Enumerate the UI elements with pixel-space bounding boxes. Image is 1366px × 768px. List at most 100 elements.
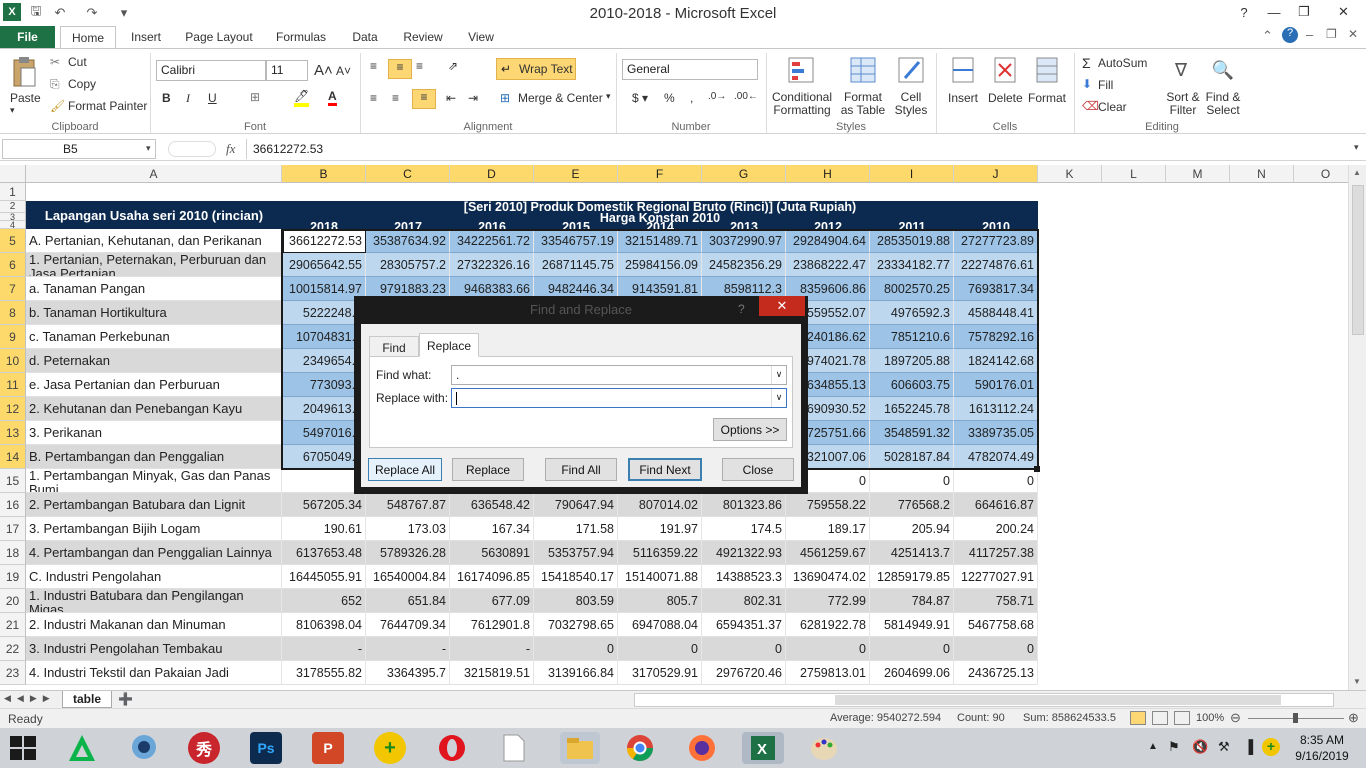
row-label[interactable]: 2. Kehutanan dan Penebangan Kayu (26, 397, 282, 421)
data-cell[interactable]: 6281922.78 (786, 613, 870, 637)
row-header[interactable]: 6 (0, 253, 26, 277)
data-cell[interactable]: 802.31 (702, 589, 786, 613)
data-cell[interactable]: 189.17 (786, 517, 870, 541)
tab-formulas[interactable]: Formulas (268, 26, 334, 48)
data-cell[interactable]: 27277723.89 (954, 229, 1038, 253)
vertical-scrollbar[interactable]: ▲ ▼ (1348, 165, 1366, 690)
font-size-combo[interactable]: 11 (266, 60, 308, 81)
column-header-h[interactable]: H (786, 165, 870, 183)
fill-color-icon[interactable]: 🖊 (294, 89, 310, 107)
data-cell[interactable]: 16445055.91 (282, 565, 366, 589)
scroll-up-icon[interactable]: ▲ (1353, 168, 1361, 177)
column-header-j[interactable]: J (954, 165, 1038, 183)
tray-app-icon[interactable]: + (1262, 738, 1280, 756)
data-cell[interactable]: 23334182.77 (870, 253, 954, 277)
excel-taskbar-icon[interactable]: X (742, 732, 784, 764)
find-what-input[interactable]: . (451, 365, 787, 385)
data-cell[interactable]: 636548.42 (450, 493, 534, 517)
data-cell[interactable]: 807014.02 (618, 493, 702, 517)
row-label[interactable]: 4. Industri Tekstil dan Pakaian Jadi (26, 661, 282, 685)
data-cell[interactable]: 5353757.94 (534, 541, 618, 565)
tab-view[interactable]: View (458, 26, 504, 48)
orientation-icon[interactable]: ⇗ (448, 59, 458, 73)
column-header-f[interactable]: F (618, 165, 702, 183)
horizontal-scrollbar[interactable] (634, 693, 1334, 707)
data-cell[interactable]: 30372990.97 (702, 229, 786, 253)
header-label-cell[interactable]: Lapangan Usaha seri 2010 (rincian) (26, 201, 282, 229)
data-cell[interactable]: 1613112.24 (954, 397, 1038, 421)
formula-bar-handle[interactable] (168, 141, 216, 157)
data-cell[interactable]: 0 (702, 637, 786, 661)
row-label[interactable]: 3. Pertambangan Bijih Logam (26, 517, 282, 541)
data-cell[interactable]: 772.99 (786, 589, 870, 613)
formula-input[interactable]: 36612272.53 (246, 139, 1350, 159)
powerpoint-icon[interactable]: P (312, 732, 344, 764)
data-cell[interactable]: 2759813.01 (786, 661, 870, 685)
data-cell[interactable]: 567205.34 (282, 493, 366, 517)
row-header[interactable]: 20 (0, 589, 26, 613)
scroll-down-icon[interactable]: ▼ (1353, 677, 1361, 686)
row-header[interactable]: 16 (0, 493, 26, 517)
data-cell[interactable]: 4588448.41 (954, 301, 1038, 325)
data-cell[interactable]: 759558.22 (786, 493, 870, 517)
doc-restore-icon[interactable]: ❐ (1326, 27, 1337, 41)
data-cell[interactable]: 0 (954, 637, 1038, 661)
row-header[interactable]: 9 (0, 325, 26, 349)
data-cell[interactable]: 7612901.8 (450, 613, 534, 637)
data-cell[interactable]: 3178555.82 (282, 661, 366, 685)
column-header-g[interactable]: G (702, 165, 786, 183)
column-header-n[interactable]: N (1230, 165, 1294, 183)
data-cell[interactable]: 36612272.53 (282, 229, 366, 253)
fill-button[interactable]: Fill (1098, 78, 1113, 92)
clock-time[interactable]: 8:35 AM (1290, 733, 1354, 747)
align-top-icon[interactable]: ≡ (370, 59, 377, 73)
increase-decimal-icon[interactable]: .0→ (708, 91, 726, 102)
data-cell[interactable]: 6594351.37 (702, 613, 786, 637)
data-cell[interactable]: 4782074.49 (954, 445, 1038, 469)
row-header[interactable]: 4 (0, 221, 26, 230)
options-button[interactable]: Options >> (713, 418, 787, 441)
page-break-view-icon[interactable] (1174, 711, 1190, 725)
data-cell[interactable]: 784.87 (870, 589, 954, 613)
tab-page-layout[interactable]: Page Layout (178, 26, 260, 48)
app-plus-icon[interactable]: + (374, 732, 406, 764)
find-all-button[interactable]: Find All (545, 458, 617, 481)
data-cell[interactable]: 590176.01 (954, 373, 1038, 397)
italic-icon[interactable]: I (186, 91, 190, 106)
clock-date[interactable]: 9/16/2019 (1290, 749, 1354, 763)
find-select-button[interactable]: Find & Select (1200, 91, 1246, 117)
data-cell[interactable]: 32151489.71 (618, 229, 702, 253)
fill-handle[interactable] (1034, 466, 1040, 472)
data-cell[interactable]: 776568.2 (870, 493, 954, 517)
select-all-corner[interactable] (0, 165, 26, 183)
font-name-combo[interactable]: Calibri (156, 60, 266, 81)
row-header[interactable]: 11 (0, 373, 26, 397)
chrome-icon[interactable] (624, 732, 656, 764)
data-cell[interactable]: 0 (870, 637, 954, 661)
row-label[interactable]: 2. Pertambangan Batubara dan Lignit (26, 493, 282, 517)
data-cell[interactable]: 5116359.22 (618, 541, 702, 565)
row-label[interactable]: 3. Perikanan (26, 421, 282, 445)
start-windows-icon[interactable] (10, 736, 38, 760)
data-cell[interactable]: 805.7 (618, 589, 702, 613)
number-format-combo[interactable]: General (622, 59, 758, 80)
data-cell[interactable]: 801323.86 (702, 493, 786, 517)
data-cell[interactable]: 3548591.32 (870, 421, 954, 445)
paste-dropdown-icon[interactable]: ▾ (10, 105, 15, 116)
data-cell[interactable]: 200.24 (954, 517, 1038, 541)
minimize-ribbon-icon[interactable]: ⌃ (1262, 28, 1273, 44)
data-cell[interactable]: 1824142.68 (954, 349, 1038, 373)
clear-button[interactable]: Clear (1098, 100, 1127, 114)
zoom-in-icon[interactable]: ⊕ (1348, 710, 1359, 726)
vertical-scroll-thumb[interactable] (1352, 185, 1364, 335)
data-cell[interactable]: 2604699.06 (870, 661, 954, 685)
copy-button[interactable]: Copy (68, 77, 96, 91)
data-cell[interactable]: 652 (282, 589, 366, 613)
conditional-formatting-button[interactable]: Conditional Formatting (770, 91, 834, 117)
data-cell[interactable]: 28305757.2 (366, 253, 450, 277)
doc-minimize-icon[interactable]: – (1306, 27, 1313, 42)
data-cell[interactable]: 651.84 (366, 589, 450, 613)
data-cell[interactable]: 16174096.85 (450, 565, 534, 589)
row-header[interactable]: 22 (0, 637, 26, 661)
firefox-icon[interactable] (686, 732, 718, 764)
